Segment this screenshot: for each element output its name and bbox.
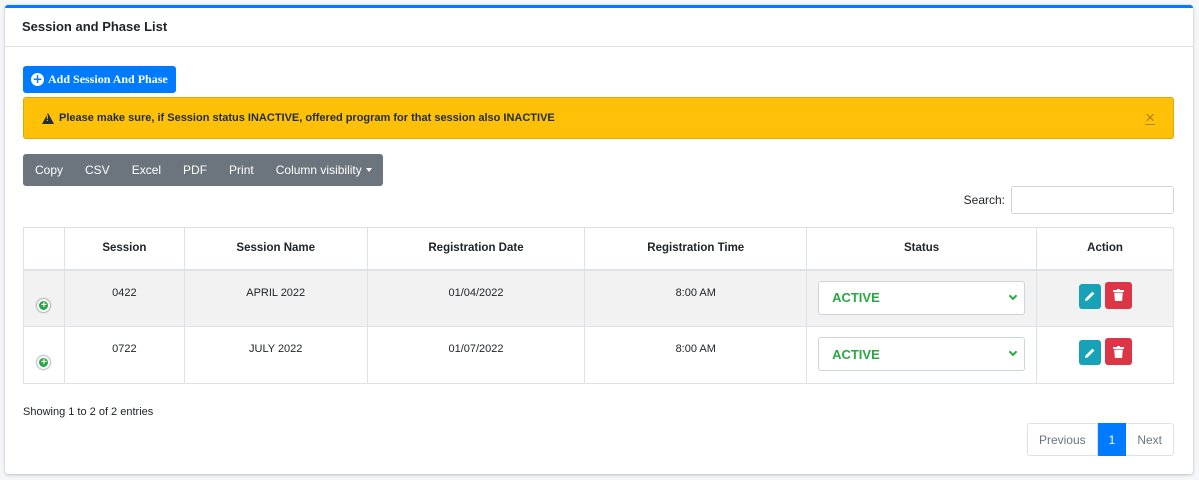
pagination: Previous 1 Next <box>1026 423 1174 456</box>
status-select[interactable]: ACTIVE <box>818 280 1026 315</box>
table-header-row: Session Session Name Registration Date R… <box>23 227 1174 271</box>
search-label: Search: <box>963 193 1005 207</box>
sessions-table: Session Session Name Registration Date R… <box>23 227 1174 384</box>
edit-button[interactable] <box>1078 283 1101 309</box>
header-registration-time[interactable]: Registration Time <box>584 227 808 271</box>
alert-close-button[interactable]: × <box>1145 109 1155 126</box>
next-page-button[interactable]: Next <box>1126 423 1174 456</box>
session-phase-card: Session and Phase List + Add Session And… <box>5 5 1193 474</box>
session-cell: 0422 <box>63 269 185 327</box>
column-visibility-button[interactable]: Column visibility <box>265 154 383 186</box>
chevron-down-icon <box>1008 347 1018 357</box>
table-row: + 0422 APRIL 2022 01/04/2022 8:00 AM ACT… <box>23 269 1174 327</box>
trash-icon <box>1112 289 1124 301</box>
table-info: Showing 1 to 2 of 2 entries <box>23 406 154 418</box>
status-value: ACTIVE <box>832 290 880 305</box>
expand-plus-icon[interactable]: + <box>37 355 51 369</box>
pencil-icon <box>1084 348 1094 358</box>
plus-circle-icon: + <box>31 72 44 86</box>
table-row: + 0722 JULY 2022 01/07/2022 8:00 AM ACTI… <box>23 326 1174 384</box>
status-select[interactable]: ACTIVE <box>818 337 1026 371</box>
session-name-cell: JULY 2022 <box>183 326 368 384</box>
registration-date-cell: 01/04/2022 <box>366 269 586 327</box>
search-input[interactable] <box>1011 186 1174 214</box>
status-value: ACTIVE <box>832 346 880 362</box>
add-session-phase-button[interactable]: + Add Session And Phase <box>23 66 176 93</box>
column-visibility-label: Column visibility <box>275 163 362 177</box>
row-control-cell: + <box>23 269 65 327</box>
header-registration-date[interactable]: Registration Date <box>366 227 586 271</box>
warning-alert: Please make sure, if Session status INAC… <box>23 97 1174 139</box>
edit-button[interactable] <box>1078 340 1101 365</box>
trash-icon <box>1112 345 1124 358</box>
pdf-button[interactable]: PDF <box>172 154 218 186</box>
registration-date-cell: 01/07/2022 <box>366 326 586 384</box>
header-session[interactable]: Session <box>63 227 185 271</box>
header-session-name[interactable]: Session Name <box>183 227 368 271</box>
csv-button[interactable]: CSV <box>74 154 121 186</box>
export-button-group: Copy CSV Excel PDF Print Column visibili… <box>23 154 383 186</box>
page-1-button[interactable]: 1 <box>1097 423 1127 456</box>
search-area: Search: <box>964 186 1174 214</box>
print-button[interactable]: Print <box>218 154 265 186</box>
previous-page-button[interactable]: Previous <box>1026 423 1098 456</box>
session-cell: 0722 <box>63 326 185 384</box>
header-control <box>23 227 65 271</box>
card-title: Session and Phase List <box>22 19 168 34</box>
card-header: Session and Phase List <box>5 8 1193 47</box>
registration-time-cell: 8:00 AM <box>584 326 808 384</box>
copy-button[interactable]: Copy <box>23 154 74 186</box>
expand-plus-icon[interactable]: + <box>37 298 51 312</box>
header-status[interactable]: Status <box>806 227 1038 271</box>
caret-down-icon <box>365 168 372 172</box>
pencil-icon <box>1084 291 1094 301</box>
status-cell: ACTIVE <box>806 326 1038 384</box>
header-action[interactable]: Action <box>1036 227 1174 271</box>
action-cell <box>1036 269 1174 327</box>
registration-time-cell: 8:00 AM <box>584 269 808 327</box>
delete-button[interactable] <box>1104 338 1132 365</box>
action-cell <box>1036 326 1174 384</box>
chevron-down-icon <box>1008 291 1018 300</box>
row-control-cell: + <box>23 326 65 384</box>
add-session-phase-label: Add Session And Phase <box>48 72 168 86</box>
alert-text: Please make sure, if Session status INAC… <box>59 112 555 124</box>
status-cell: ACTIVE <box>806 269 1038 327</box>
warning-triangle-icon <box>42 112 54 124</box>
session-name-cell: APRIL 2022 <box>183 269 368 327</box>
delete-button[interactable] <box>1104 281 1132 309</box>
excel-button[interactable]: Excel <box>121 154 172 186</box>
